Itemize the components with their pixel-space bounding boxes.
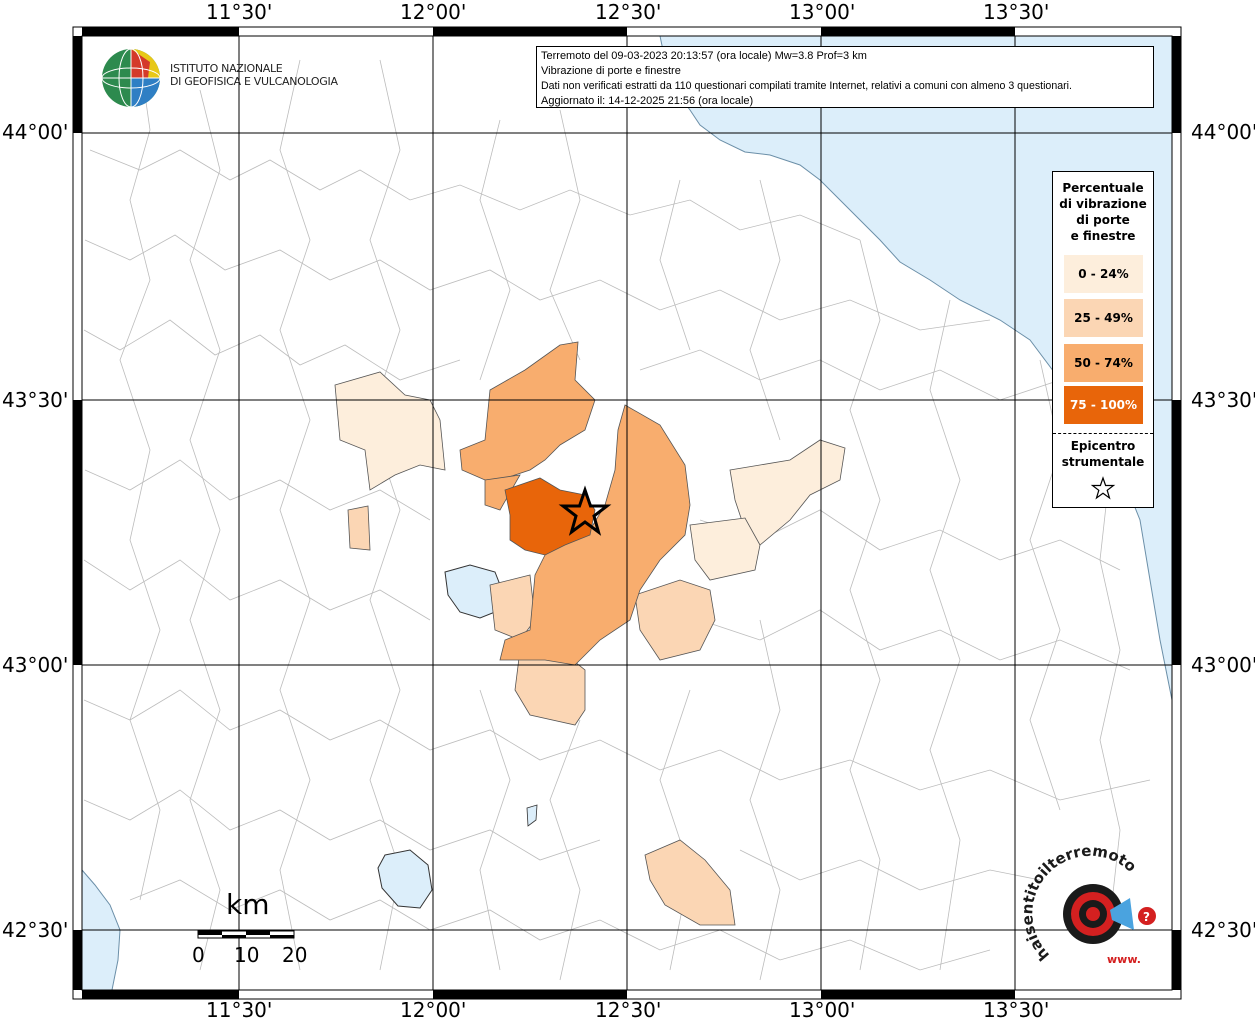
legend-title-line2: di vibrazione <box>1059 197 1147 211</box>
event-info-box: Terremoto del 09-03-2023 20:13:57 (ora l… <box>536 46 1154 108</box>
area-25-49-1 <box>347 505 371 551</box>
legend-title-line3: di porte <box>1076 213 1130 227</box>
scale-bar-unit: km <box>226 888 270 921</box>
hsit-url-text: www. <box>1107 953 1141 966</box>
ingv-logo-line1: ISTITUTO NAZIONALE <box>170 62 283 75</box>
legend-class-0-24: 0 - 24% <box>1064 255 1143 293</box>
map-canvas[interactable]: ? haisentitoilterremoto.it www. <box>0 0 1255 1024</box>
legend-epicenter-label: Epicentro strumentale <box>1061 439 1145 469</box>
event-info-line3: Dati non verificati estratti da 110 ques… <box>541 80 1072 92</box>
event-info-line1: Terremoto del 09-03-2023 20:13:57 (ora l… <box>541 50 867 62</box>
legend-class-50-74: 50 - 74% <box>1064 344 1143 382</box>
scale-bar-tick-0: 0 <box>192 943 205 967</box>
ingv-globe-icon <box>101 48 161 108</box>
legend-title-line4: e finestre <box>1070 229 1136 243</box>
legend-star-icon <box>1090 476 1116 500</box>
legend-separator <box>1053 433 1153 434</box>
hsit-question-icon: ? <box>1143 910 1150 924</box>
ingv-logo-text: ISTITUTO NAZIONALE DI GEOFISICA E VULCAN… <box>170 62 338 88</box>
legend-title: Percentuale di vibrazione di porte e fin… <box>1053 180 1153 244</box>
event-info-line2: Vibrazione di porte e finestre <box>541 65 681 77</box>
legend-title-line1: Percentuale <box>1062 181 1144 195</box>
event-info-line4: Aggiornato il: 14-12-2025 21:56 (ora loc… <box>541 95 754 107</box>
scale-bar-tick-20: 20 <box>282 943 308 967</box>
ingv-logo-line2: DI GEOFISICA E VULCANOLOGIA <box>170 75 338 88</box>
legend-class-25-49: 25 - 49% <box>1064 299 1143 337</box>
scale-bar <box>197 930 295 939</box>
legend-box: Percentuale di vibrazione di porte e fin… <box>1052 171 1154 508</box>
scale-bar-tick-10: 10 <box>234 943 260 967</box>
legend-class-75-100: 75 - 100% <box>1064 386 1143 424</box>
